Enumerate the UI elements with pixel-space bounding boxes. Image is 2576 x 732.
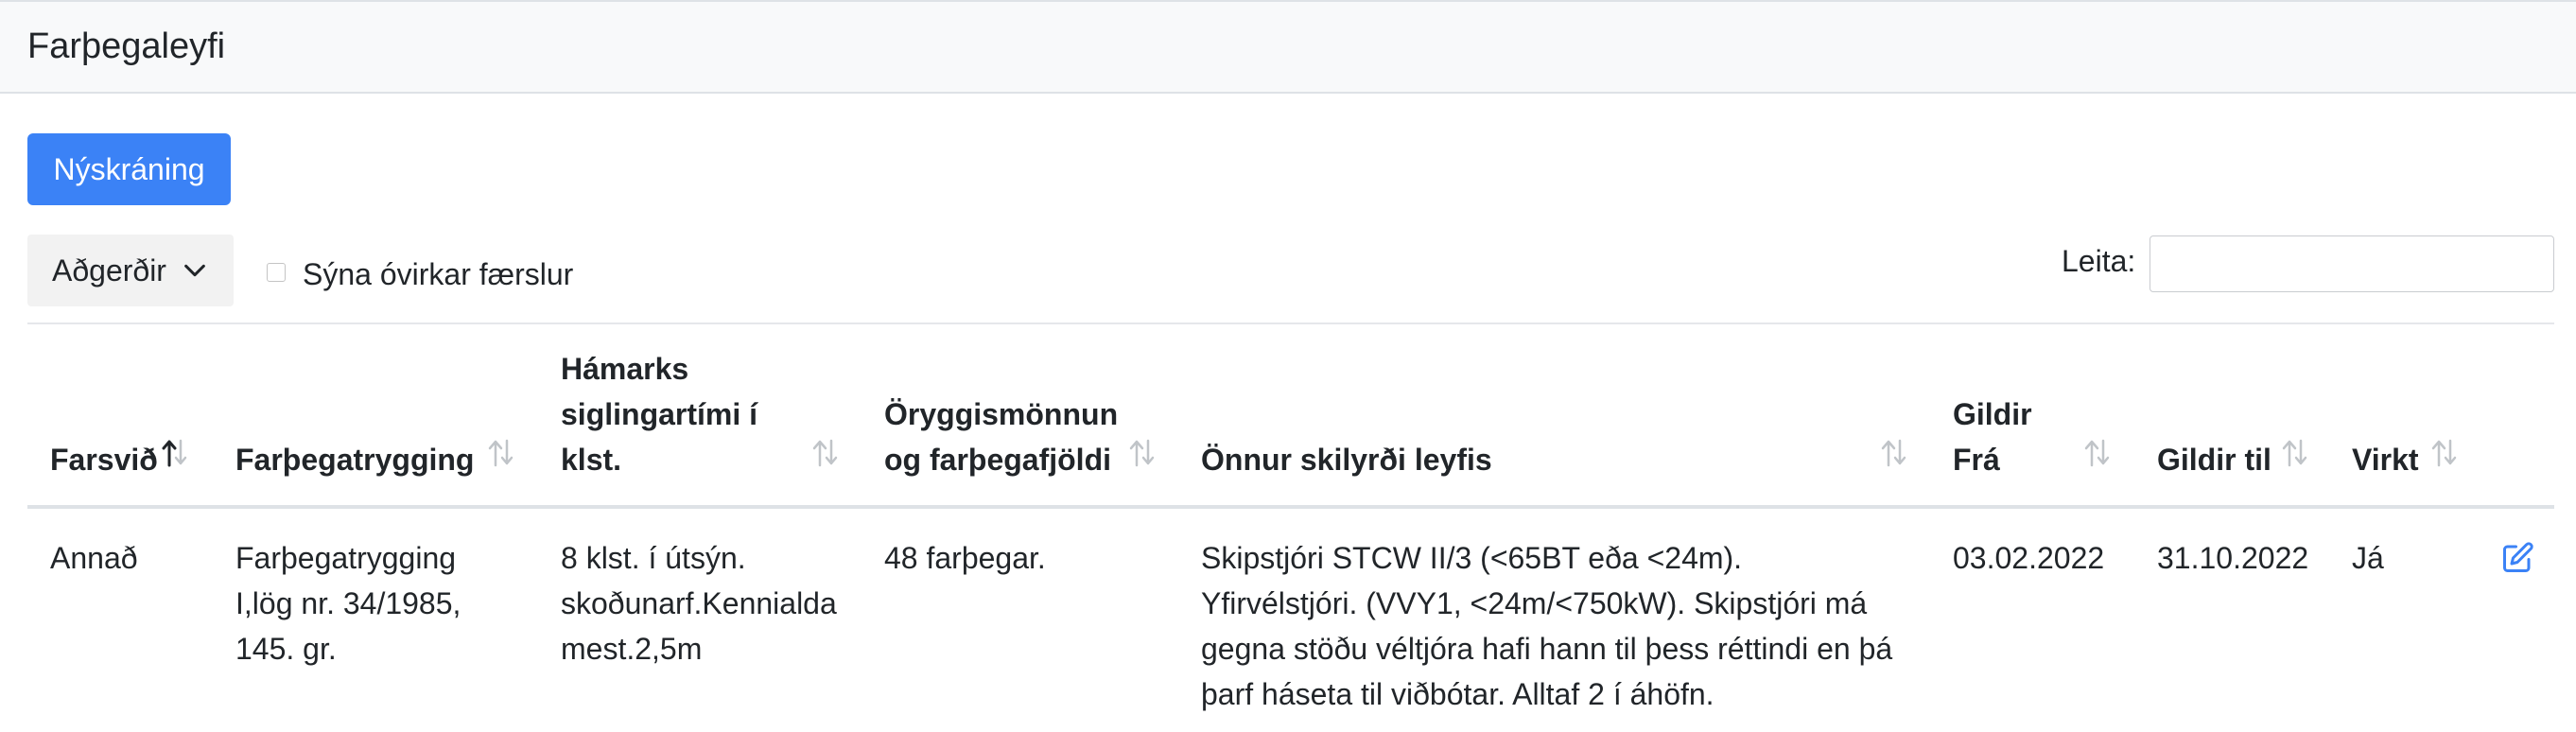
sort-icon[interactable] xyxy=(487,437,515,469)
actions-label: Aðgerðir xyxy=(52,253,166,288)
cell-timi: 8 klst. í útsýn. skoðunarf.Kennialda mes… xyxy=(561,541,837,666)
show-inactive-label: Sýna óvirkar færslur xyxy=(303,257,574,291)
cell-farsvid: Annað xyxy=(50,541,138,575)
edit-icon[interactable] xyxy=(2500,541,2534,575)
sort-icon[interactable] xyxy=(1128,437,1157,469)
sort-ascending-icon[interactable] xyxy=(161,437,189,469)
column-header-timi[interactable]: Hámarks siglingartími í klst. xyxy=(561,346,757,482)
column-header-til[interactable]: Gildir til xyxy=(2157,437,2271,482)
new-registration-button[interactable]: Nýskráning xyxy=(27,133,231,205)
actions-dropdown[interactable]: Aðgerðir xyxy=(27,235,234,306)
search-input[interactable] xyxy=(2150,235,2554,292)
sort-icon[interactable] xyxy=(2281,437,2309,469)
sort-icon[interactable] xyxy=(1880,437,1908,469)
cell-fra: 03.02.2022 xyxy=(1953,541,2105,575)
column-header-skilyrdi[interactable]: Önnur skilyrði leyfis xyxy=(1201,437,1492,482)
sort-icon[interactable] xyxy=(2430,437,2459,469)
cell-til: 31.10.2022 xyxy=(2157,541,2309,575)
cell-skilyrdi: Skipstjóri STCW II/3 (<65BT eða <24m). Y… xyxy=(1201,541,1893,711)
table-header-divider xyxy=(27,505,2554,509)
page-header: Farþegaleyfi xyxy=(0,0,2576,94)
sort-icon[interactable] xyxy=(2083,437,2112,469)
cell-oryggi: 48 farþegar. xyxy=(884,541,1046,575)
search-label: Leita: xyxy=(2062,244,2136,278)
column-header-oryggi[interactable]: Öryggismönnun og farþegafjöldi xyxy=(884,392,1118,482)
toolbar-divider xyxy=(27,322,2554,324)
chevron-down-icon xyxy=(184,264,205,277)
page-title: Farþegaleyfi xyxy=(27,26,226,66)
cell-trygging: Farþegatrygging I,lög nr. 34/1985, 145. … xyxy=(235,541,461,666)
show-inactive-checkbox[interactable] xyxy=(267,263,286,282)
column-header-farsvid[interactable]: Farsvið xyxy=(50,437,158,482)
sort-icon[interactable] xyxy=(811,437,840,469)
column-header-virkt[interactable]: Virkt xyxy=(2352,437,2419,482)
cell-virkt: Já xyxy=(2352,541,2384,575)
column-header-trygging[interactable]: Farþegatrygging xyxy=(235,437,474,482)
column-header-fra[interactable]: Gildir Frá xyxy=(1953,392,2032,482)
